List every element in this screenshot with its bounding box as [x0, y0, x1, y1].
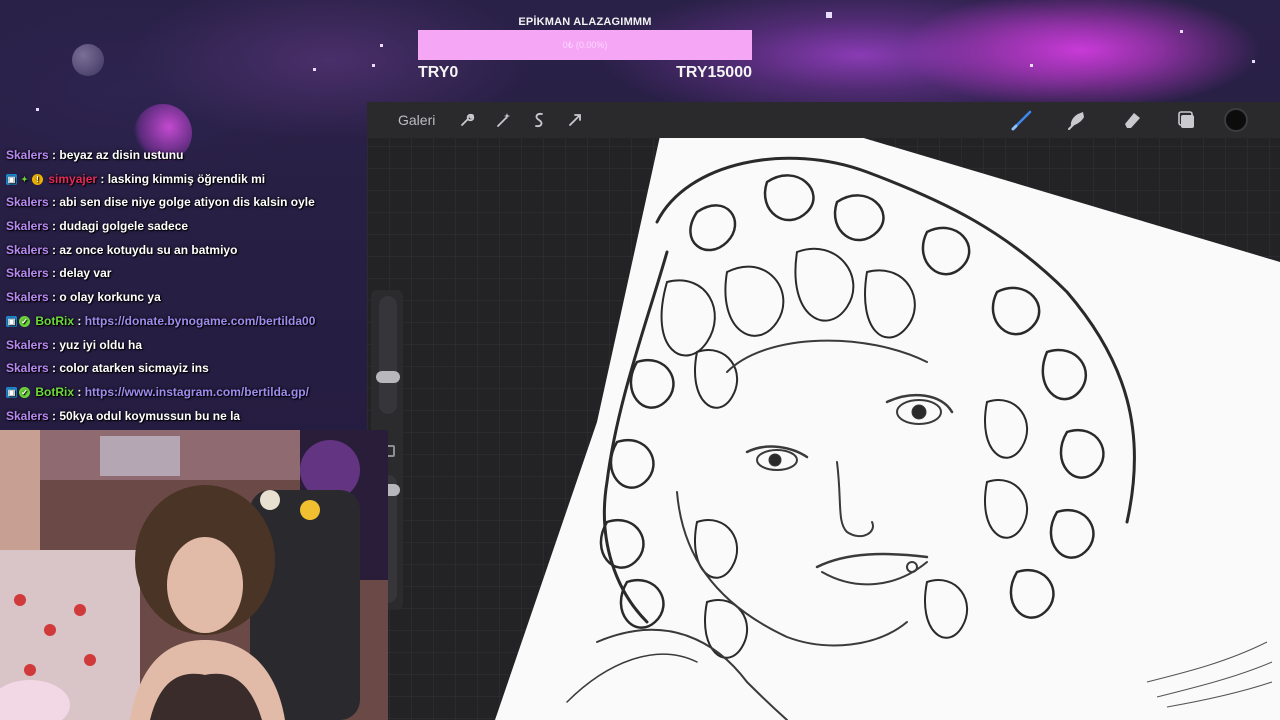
chat-separator: :: [97, 171, 108, 186]
chat-message-text: color atarken sicmayiz ins: [59, 361, 209, 376]
goal-max-label: TRY15000: [676, 64, 752, 81]
verified-badge-icon: ✓: [19, 387, 30, 399]
gift-badge-icon: ✦: [21, 175, 28, 185]
wrench-icon[interactable]: [449, 102, 485, 138]
chat-separator: :: [48, 266, 60, 281]
prime-badge-icon: ▣: [6, 387, 17, 399]
brush-size-slider[interactable]: [379, 296, 397, 414]
chat-message: Skalers : o olay korkunc ya: [6, 286, 366, 310]
star: [313, 68, 316, 71]
chat-separator: :: [48, 219, 60, 234]
chat-message: Skalers : dudagi golgele sadece: [6, 215, 366, 239]
goal-range: TRY0 TRY15000: [418, 64, 752, 82]
donation-goal: EPİKMAN ALAZAGIMMM 0₺ (0.00%) TRY0 TRY15…: [418, 14, 752, 82]
star: [1180, 30, 1183, 33]
chat-username[interactable]: Skalers: [6, 357, 49, 381]
chat-username[interactable]: Skalers: [6, 215, 49, 239]
chat-message: ▣ ✓ BotRix : https://donate.bynogame.com/…: [6, 310, 366, 334]
chat-separator: :: [48, 242, 60, 257]
chat-message-text: 50kya odul koymussun bu ne la: [59, 408, 241, 423]
chat-separator: :: [48, 361, 60, 376]
chat-message-text: delay var: [59, 266, 112, 281]
chat-username[interactable]: BotRix: [35, 310, 74, 334]
drawing-canvas[interactable]: [367, 102, 1280, 720]
chat-message-text: az once kotuydu su an batmiyo: [59, 242, 238, 257]
bits-badge-icon: !: [32, 174, 43, 186]
chat-message: Skalers : abi sen dise niye golge atiyon…: [6, 191, 366, 215]
chat-message: ▣ ✦! simyajer : lasking kimmiş öğrendik m…: [6, 168, 366, 192]
chat-overlay: Skalers : beyaz az disin ustunu ▣ ✦! simya…: [6, 144, 366, 428]
chat-message-text: dudagi golgele sadece: [59, 219, 189, 234]
chat-message-text: lasking kimmiş öğrendik mi: [107, 171, 266, 186]
webcam-image: [0, 430, 388, 720]
smudge-icon[interactable]: [1059, 102, 1095, 138]
star: [826, 12, 832, 18]
goal-progress-bar: 0₺ (0.00%): [418, 30, 752, 60]
chat-separator: :: [48, 148, 60, 162]
chat-username[interactable]: Skalers: [6, 334, 49, 358]
chat-username[interactable]: Skalers: [6, 405, 49, 429]
chat-separator: :: [48, 195, 60, 210]
chat-message-text: o olay korkunc ya: [59, 290, 161, 305]
magic-wand-icon[interactable]: [485, 102, 521, 138]
chat-message-text: beyaz az disin ustunu: [59, 148, 184, 162]
layers-icon[interactable]: [1169, 102, 1205, 138]
canvas-paper: [495, 136, 1280, 720]
procreate-toolbar: Galeri: [367, 102, 1280, 138]
eraser-icon[interactable]: [1114, 102, 1150, 138]
star: [1030, 64, 1033, 67]
star: [1252, 60, 1255, 63]
chat-separator: :: [74, 313, 85, 328]
prime-badge-icon: ▣: [6, 174, 17, 186]
star: [372, 64, 375, 67]
chat-separator: :: [74, 384, 85, 399]
brush-size-knob[interactable]: [376, 371, 400, 383]
chat-message: Skalers : yuz iyi oldu ha: [6, 334, 366, 358]
chat-link[interactable]: https://www.instagram.com/bertilda.gp/: [85, 381, 309, 405]
color-picker-button[interactable]: [1224, 108, 1248, 132]
chat-separator: :: [48, 408, 60, 423]
chat-separator: :: [48, 290, 60, 305]
chat-message-text: abi sen dise niye golge atiyon dis kalsi…: [59, 195, 315, 210]
selection-icon[interactable]: [521, 102, 557, 138]
gallery-button[interactable]: Galeri: [398, 112, 435, 128]
chat-separator: :: [48, 337, 60, 352]
chat-username[interactable]: Skalers: [6, 144, 49, 168]
transform-icon[interactable]: [557, 102, 593, 138]
goal-progress-text: 0₺ (0.00%): [562, 39, 608, 50]
chat-message: Skalers : color atarken sicmayiz ins: [6, 357, 366, 381]
chat-username[interactable]: simyajer: [48, 168, 97, 192]
goal-min-label: TRY0: [418, 64, 459, 81]
chat-message: ▣ ✓ BotRix : https://www.instagram.com/be…: [6, 381, 366, 405]
chat-link[interactable]: https://donate.bynogame.com/bertilda00: [85, 310, 316, 334]
toolbar-left: Galeri: [367, 102, 593, 138]
star: [36, 108, 39, 111]
chat-message: Skalers : az once kotuydu su an batmiyo: [6, 239, 366, 263]
chat-message: Skalers : beyaz az disin ustunu: [6, 144, 366, 168]
toolbar-right: [1004, 102, 1280, 138]
chat-message-text: yuz iyi oldu ha: [59, 337, 143, 352]
artwork: [495, 136, 1280, 720]
chat-message: Skalers : 50kya odul koymussun bu ne la: [6, 405, 366, 429]
webcam-feed: [0, 430, 388, 720]
prime-badge-icon: ▣: [6, 316, 17, 328]
chat-username[interactable]: Skalers: [6, 286, 49, 310]
chat-message: Skalers : delay var: [6, 262, 366, 286]
brush-icon[interactable]: [1004, 102, 1040, 138]
goal-title: EPİKMAN ALAZAGIMMM: [518, 16, 652, 28]
chat-username[interactable]: Skalers: [6, 239, 49, 263]
chat-username[interactable]: BotRix: [35, 381, 74, 405]
verified-badge-icon: ✓: [19, 316, 30, 328]
chat-username[interactable]: Skalers: [6, 262, 49, 286]
star: [380, 44, 383, 47]
planet-icon: [72, 44, 104, 76]
chat-username[interactable]: Skalers: [6, 191, 49, 215]
procreate-app: Galeri: [367, 102, 1280, 720]
